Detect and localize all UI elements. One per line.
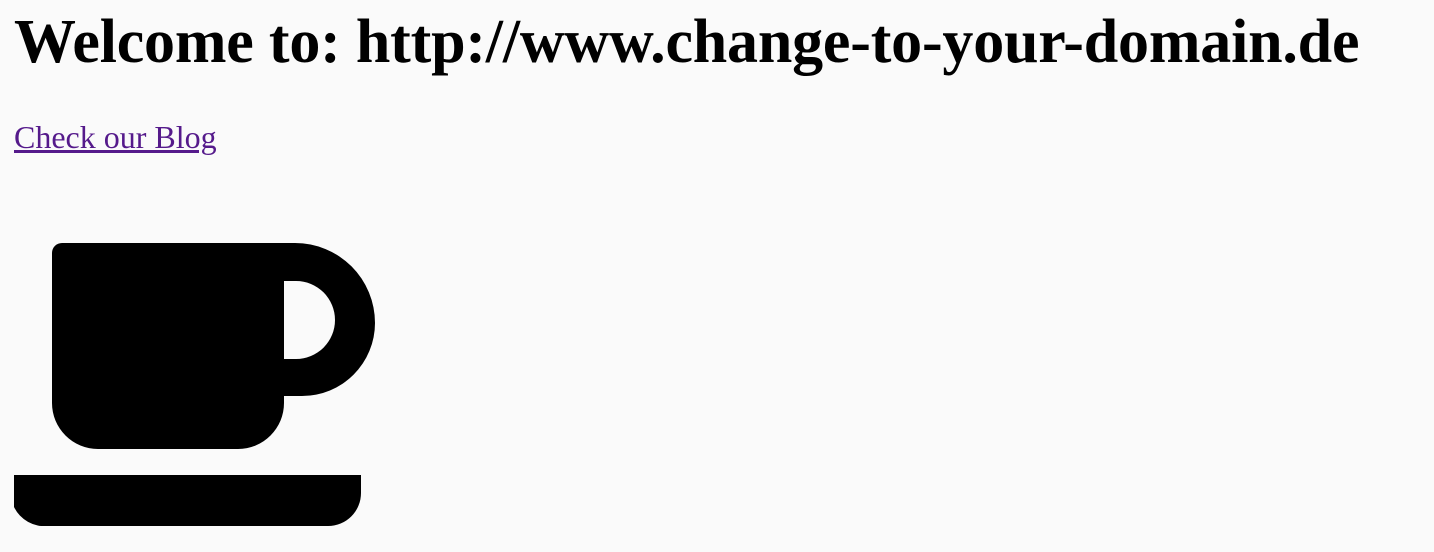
cup-body-shape [52,243,375,449]
saucer-shape [14,475,361,526]
coffee-cup-icon [14,243,375,526]
page-title: Welcome to: http://www.change-to-your-do… [14,8,1360,76]
blog-link[interactable]: Check our Blog [14,117,217,157]
